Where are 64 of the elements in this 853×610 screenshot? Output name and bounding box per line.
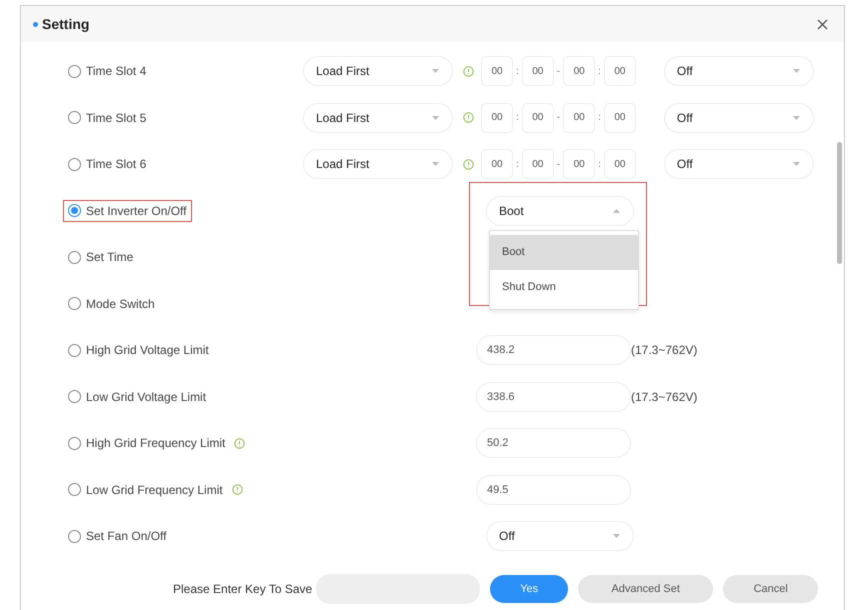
caret-icon [792, 161, 801, 168]
action-button[interactable]: Cancel [723, 575, 818, 603]
dropdown-option[interactable]: Boot [490, 234, 638, 270]
time-separator: : [516, 66, 519, 77]
caret-icon [792, 68, 801, 74]
time-field[interactable]: 00 [481, 56, 513, 86]
info-icon [463, 158, 474, 170]
dialog-title: Setting [33, 16, 90, 32]
key-label: Please Enter Key To Save [173, 582, 312, 596]
radio-option[interactable]: Time Slot 4 [63, 60, 152, 82]
value-input[interactable]: 438.2 [476, 335, 631, 366]
time-separator: : [598, 66, 601, 77]
time-separator: : [598, 112, 601, 124]
time-separator: : [598, 158, 601, 170]
time-field[interactable]: 00 [563, 102, 596, 133]
range-text: (17.3~762V) [631, 390, 698, 404]
radio-option[interactable]: Set Fan On/Off [63, 525, 172, 548]
caret-icon [431, 114, 440, 121]
enable-select[interactable]: Off [664, 102, 814, 133]
range-text: (17.3~762V) [631, 343, 698, 358]
radio-option[interactable]: Low Grid Voltage Limit [63, 386, 212, 408]
caret-icon [792, 114, 801, 121]
radio-option[interactable]: Time Slot 5 [63, 106, 152, 129]
caret-icon [612, 533, 621, 540]
time-separator: - [556, 112, 560, 124]
time-separator: - [556, 158, 560, 170]
mode-select[interactable]: Load First [303, 149, 453, 180]
time-separator: - [556, 66, 560, 77]
radio-option[interactable]: Low Grid Frequency Limit [63, 478, 228, 501]
value-select[interactable]: Off [486, 521, 634, 552]
enable-select[interactable]: Off [664, 149, 814, 180]
radio-option[interactable]: Set Inverter On/Off [63, 200, 192, 222]
radio-option[interactable]: High Grid Voltage Limit [63, 339, 214, 362]
enable-select[interactable]: Off [664, 56, 814, 86]
caret-icon [612, 208, 621, 214]
time-separator: : [516, 158, 519, 170]
value-select[interactable]: Boot [486, 196, 634, 226]
time-field[interactable]: 00 [522, 102, 554, 133]
action-button[interactable]: Advanced Set [578, 575, 714, 603]
time-field[interactable]: 00 [563, 149, 596, 180]
time-field[interactable]: 00 [604, 56, 636, 86]
radio-option[interactable]: Mode Switch [63, 292, 160, 315]
radio-option[interactable]: Set Time [63, 246, 138, 268]
time-field[interactable]: 00 [522, 149, 554, 180]
caret-icon [431, 161, 440, 168]
caret-icon [431, 68, 440, 74]
time-separator: : [516, 112, 519, 124]
time-field[interactable]: 00 [563, 56, 596, 86]
mode-select[interactable]: Load First [303, 56, 453, 86]
radio-option[interactable]: Time Slot 6 [63, 153, 152, 176]
value-input[interactable]: 50.2 [476, 428, 631, 458]
info-icon [463, 66, 474, 77]
value-input[interactable]: 338.6 [476, 382, 631, 412]
dropdown-option[interactable]: Shut Down [490, 270, 638, 305]
time-field[interactable]: 00 [481, 149, 513, 180]
time-field[interactable]: 00 [522, 56, 554, 86]
value-input[interactable]: 49.5 [476, 474, 631, 505]
time-field[interactable]: 00 [604, 149, 636, 180]
radio-option[interactable]: High Grid Frequency Limit [63, 432, 230, 454]
time-field[interactable]: 00 [604, 102, 636, 133]
mode-select[interactable]: Load First [303, 102, 453, 133]
scrollbar-thumb[interactable] [837, 142, 842, 264]
info-icon [463, 112, 474, 124]
time-field[interactable]: 00 [481, 102, 513, 133]
